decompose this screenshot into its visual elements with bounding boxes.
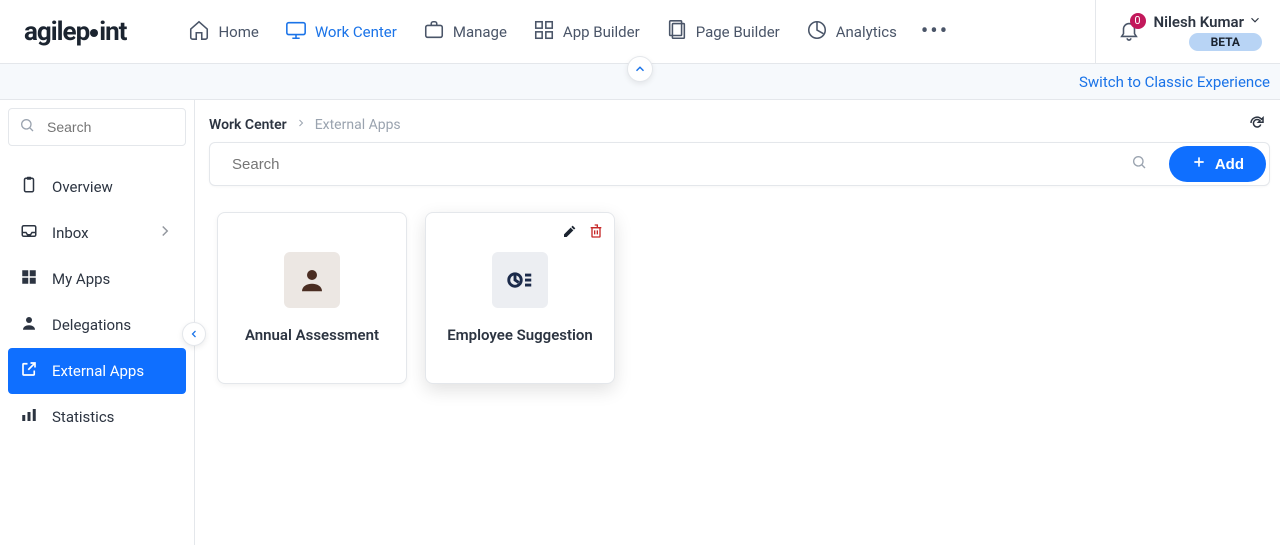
sidebar-search[interactable] bbox=[8, 108, 186, 146]
search-icon bbox=[1131, 154, 1147, 174]
notifications-button[interactable]: 0 bbox=[1118, 19, 1140, 45]
sidebar: Overview Inbox My Apps bbox=[0, 100, 195, 545]
sidebar-item-inbox[interactable]: Inbox bbox=[8, 210, 186, 256]
external-link-icon bbox=[20, 360, 38, 382]
card-icon bbox=[492, 252, 548, 308]
toolbar: Add bbox=[209, 142, 1270, 186]
briefcase-icon bbox=[423, 19, 445, 45]
add-button[interactable]: Add bbox=[1169, 146, 1266, 182]
nav-label: Work Center bbox=[315, 23, 397, 41]
edit-button[interactable] bbox=[562, 223, 578, 243]
add-button-label: Add bbox=[1215, 156, 1244, 173]
breadcrumb-leaf: External Apps bbox=[315, 117, 401, 133]
inbox-icon bbox=[20, 222, 38, 244]
notification-count: 0 bbox=[1130, 13, 1146, 29]
brand-logo: agilepint bbox=[24, 17, 126, 47]
nav-analytics[interactable]: Analytics bbox=[804, 15, 899, 49]
sidebar-item-label: Delegations bbox=[52, 316, 131, 334]
chevron-right-icon bbox=[295, 117, 307, 133]
clipboard-icon bbox=[20, 176, 38, 198]
top-bar: agilepint Home Work Center Manage App Bu… bbox=[0, 0, 1280, 64]
breadcrumb: Work Center External Apps bbox=[209, 114, 1266, 136]
chevron-right-icon bbox=[156, 222, 174, 244]
user-menu[interactable]: Nilesh Kumar bbox=[1154, 13, 1262, 31]
monitor-icon bbox=[285, 19, 307, 45]
bell-icon bbox=[1118, 29, 1140, 45]
sidebar-item-my-apps[interactable]: My Apps bbox=[8, 256, 186, 302]
delete-button[interactable] bbox=[588, 223, 604, 243]
nav-more[interactable]: ••• bbox=[921, 19, 949, 44]
topbar-right: 0 Nilesh Kumar BETA bbox=[1095, 0, 1280, 63]
sidebar-item-label: Statistics bbox=[52, 408, 114, 426]
content-search-input[interactable] bbox=[230, 155, 1123, 174]
classic-experience-link[interactable]: Switch to Classic Experience bbox=[1079, 73, 1270, 91]
nav-app-builder[interactable]: App Builder bbox=[531, 15, 642, 49]
card-icon bbox=[284, 252, 340, 308]
person-icon bbox=[20, 314, 38, 336]
card-grid: Annual Assessment Employee Suggestion bbox=[209, 186, 1270, 410]
app-card-employee-suggestion[interactable]: Employee Suggestion bbox=[425, 212, 615, 384]
refresh-button[interactable] bbox=[1248, 114, 1266, 136]
plus-icon bbox=[1191, 154, 1207, 174]
primary-nav: Home Work Center Manage App Builder Page… bbox=[186, 15, 949, 49]
user-block: Nilesh Kumar BETA bbox=[1154, 13, 1262, 51]
content-search[interactable] bbox=[218, 154, 1159, 174]
card-title: Annual Assessment bbox=[245, 326, 379, 344]
pie-icon bbox=[806, 19, 828, 45]
card-title: Employee Suggestion bbox=[447, 326, 593, 344]
user-name: Nilesh Kumar bbox=[1154, 13, 1244, 31]
chevron-down-icon bbox=[1248, 13, 1262, 31]
nav-manage[interactable]: Manage bbox=[421, 15, 509, 49]
grid-icon bbox=[533, 19, 555, 45]
nav-work-center[interactable]: Work Center bbox=[283, 15, 399, 49]
sidebar-item-external-apps[interactable]: External Apps bbox=[8, 348, 186, 394]
app-card-annual-assessment[interactable]: Annual Assessment bbox=[217, 212, 407, 384]
nav-label: Home bbox=[218, 23, 258, 41]
sidebar-item-overview[interactable]: Overview bbox=[8, 164, 186, 210]
sidebar-item-label: External Apps bbox=[52, 362, 144, 380]
search-icon bbox=[19, 117, 35, 137]
sidebar-item-delegations[interactable]: Delegations bbox=[8, 302, 186, 348]
sidebar-item-label: Inbox bbox=[52, 224, 89, 242]
sidebar-item-label: My Apps bbox=[52, 270, 110, 288]
sidebar-list: Overview Inbox My Apps bbox=[8, 164, 186, 440]
nav-label: Manage bbox=[453, 23, 507, 41]
sidebar-item-statistics[interactable]: Statistics bbox=[8, 394, 186, 440]
nav-home[interactable]: Home bbox=[186, 15, 260, 49]
sidebar-item-label: Overview bbox=[52, 178, 113, 196]
beta-badge: BETA bbox=[1189, 33, 1262, 51]
collapse-sidebar-button[interactable] bbox=[182, 322, 206, 346]
nav-label: App Builder bbox=[563, 23, 640, 41]
content-area: Work Center External Apps Add bbox=[195, 100, 1280, 545]
chart-icon bbox=[20, 406, 38, 428]
nav-page-builder[interactable]: Page Builder bbox=[664, 15, 782, 49]
collapse-nav-button[interactable] bbox=[627, 56, 653, 82]
card-actions bbox=[562, 223, 604, 243]
nav-label: Page Builder bbox=[696, 23, 780, 41]
page-icon bbox=[666, 19, 688, 45]
sidebar-search-input[interactable] bbox=[45, 118, 230, 136]
home-icon bbox=[188, 19, 210, 45]
apps-icon bbox=[20, 268, 38, 290]
nav-label: Analytics bbox=[836, 23, 897, 41]
